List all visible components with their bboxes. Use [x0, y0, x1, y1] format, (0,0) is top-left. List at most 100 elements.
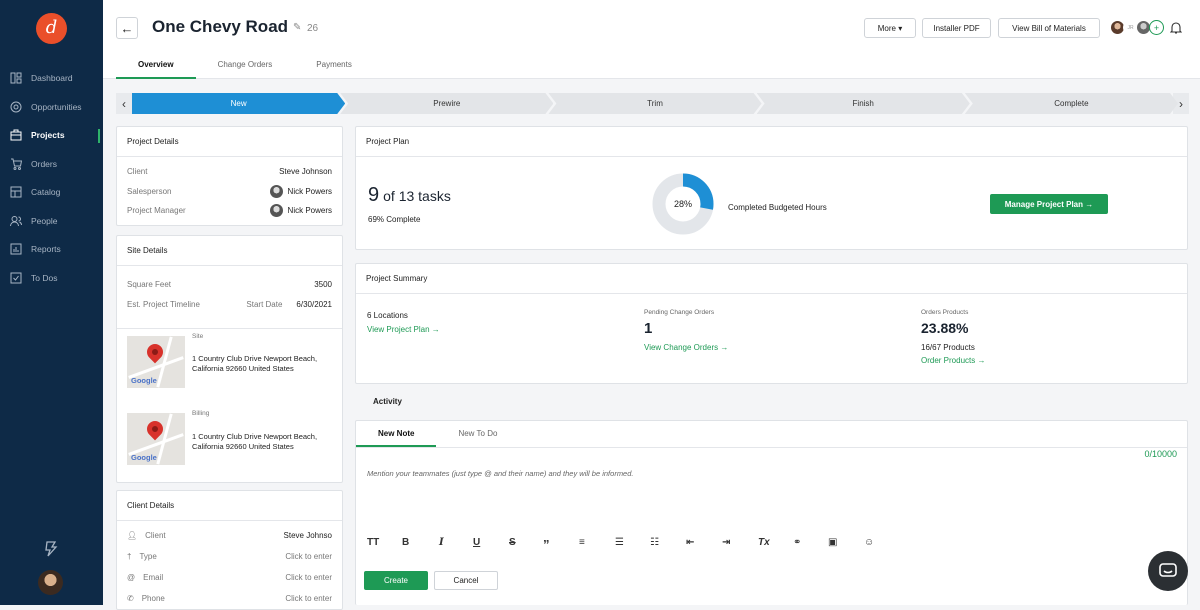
sidebar-item-people[interactable]: People: [0, 207, 103, 236]
pm-label: Project Manager: [127, 206, 186, 216]
stage-trim[interactable]: Trim: [548, 93, 761, 114]
site-label: Site: [192, 333, 204, 340]
site-map[interactable]: Google: [127, 336, 185, 388]
orders-label: Orders Products: [921, 309, 969, 316]
phone-value[interactable]: Click to enter: [285, 594, 332, 603]
client-value[interactable]: Steve Johnso: [284, 531, 332, 540]
tag-icon: †: [127, 552, 132, 561]
bill-of-materials-button[interactable]: View Bill of Materials: [998, 18, 1100, 38]
text-size-icon[interactable]: TT: [367, 537, 379, 548]
view-project-plan-link[interactable]: View Project Plan →: [367, 325, 440, 334]
back-button[interactable]: ←: [116, 17, 138, 39]
detail-row: Est. Project Timeline Start Date 6/30/2021: [117, 295, 342, 315]
stage-complete[interactable]: Complete: [965, 93, 1178, 114]
sidebar-item-label: Opportunities: [31, 101, 82, 112]
tab-payments[interactable]: Payments: [294, 60, 374, 79]
team-avatars[interactable]: JR +: [1110, 20, 1182, 35]
page-tabs: Overview Change Orders Payments: [116, 60, 374, 79]
bold-icon[interactable]: B: [402, 537, 409, 548]
pencil-icon[interactable]: ✎: [293, 22, 301, 33]
align-left-icon[interactable]: ≡: [579, 537, 585, 548]
view-change-orders-link[interactable]: View Change Orders →: [644, 343, 728, 352]
google-logo: Google: [131, 453, 157, 462]
client-value[interactable]: Steve Johnson: [279, 167, 332, 176]
tasks-done: 9: [368, 184, 380, 206]
tab-new-note[interactable]: New Note: [356, 420, 437, 447]
numbered-list-icon[interactable]: ☷: [650, 537, 659, 548]
stage-finish[interactable]: Finish: [757, 93, 970, 114]
billing-map[interactable]: Google: [127, 413, 185, 465]
site-details-card: Site Details Square Feet 3500 Est. Projec…: [116, 235, 343, 483]
chevron-left-icon[interactable]: ‹: [116, 93, 132, 114]
italic-icon[interactable]: I: [439, 537, 444, 548]
billing-address: 1 Country Club Drive Newport Beach, Cali…: [192, 432, 318, 451]
installer-pdf-button[interactable]: Installer PDF: [922, 18, 991, 38]
sidebar-item-label: Dashboard: [31, 73, 73, 84]
target-icon: [9, 100, 22, 113]
sidebar-item-catalog[interactable]: Catalog: [0, 178, 103, 207]
bell-icon[interactable]: [1170, 21, 1182, 34]
topbar: ← One Chevy Road ✎ 26 More ▾ Installer P…: [103, 0, 1200, 79]
manage-project-plan-button[interactable]: Manage Project Plan →: [990, 194, 1108, 214]
more-button[interactable]: More ▾: [864, 18, 916, 38]
tab-change-orders[interactable]: Change Orders: [196, 60, 295, 79]
link-icon[interactable]: ⚭: [793, 537, 801, 548]
client-label: Client: [127, 167, 148, 177]
google-logo: Google: [131, 376, 157, 385]
note-input[interactable]: Mention your teammates (just type @ and …: [367, 469, 634, 478]
donut-label: 28%: [673, 199, 692, 209]
quote-icon[interactable]: ”: [543, 537, 550, 552]
sidebar-item-dashboard[interactable]: Dashboard: [0, 64, 103, 93]
type-value[interactable]: Click to enter: [285, 552, 332, 561]
outdent-icon[interactable]: ⇤: [686, 537, 694, 548]
salesperson-value[interactable]: Nick Powers: [269, 184, 332, 198]
project-summary-card: Project Summary 6 Locations View Project…: [355, 263, 1188, 384]
underline-icon[interactable]: U: [473, 537, 480, 548]
order-products-link[interactable]: Order Products →: [921, 356, 985, 365]
create-button[interactable]: Create: [364, 571, 428, 590]
sidebar-item-label: Projects: [31, 130, 65, 141]
sidebar-item-projects[interactable]: Projects: [0, 121, 103, 150]
character-counter: 0/10000: [1144, 449, 1177, 459]
stage-new[interactable]: New: [132, 93, 345, 114]
locations-count: 6 Locations: [367, 311, 408, 320]
strikethrough-icon[interactable]: S: [509, 537, 516, 548]
detail-row: Square Feet 3500: [117, 275, 342, 295]
stage-prewire[interactable]: Prewire: [340, 93, 553, 114]
sidebar-item-todos[interactable]: To Dos: [0, 264, 103, 293]
sqft-value[interactable]: 3500: [314, 280, 332, 289]
image-icon[interactable]: ▣: [828, 537, 837, 548]
sidebar-nav: Dashboard Opportunities Projects Orders …: [0, 64, 103, 292]
sidebar-item-opportunities[interactable]: Opportunities: [0, 93, 103, 122]
orders-percent: 23.88%: [921, 320, 969, 336]
cancel-button[interactable]: Cancel: [434, 571, 498, 590]
start-date[interactable]: Start Date 6/30/2021: [246, 300, 332, 309]
stage-progress: ‹ New Prewire Trim Finish Complete ›: [116, 93, 1190, 114]
site-address: 1 Country Club Drive Newport Beach, Cali…: [192, 354, 318, 373]
detail-row: † Type Click to enter: [117, 546, 342, 567]
sidebar: d Dashboard Opportunities Projects Order…: [0, 0, 103, 605]
sidebar-item-orders[interactable]: Orders: [0, 150, 103, 179]
bolt-icon[interactable]: [44, 541, 58, 557]
project-details-card: Project Details Client Steve Johnson Sale…: [116, 126, 343, 226]
pm-value[interactable]: Nick Powers: [269, 204, 332, 218]
chat-button[interactable]: [1148, 551, 1188, 591]
clear-format-icon[interactable]: Tx: [758, 537, 770, 548]
activity-title: Activity: [373, 397, 402, 406]
client-label: 👤︎ Client: [127, 531, 166, 540]
email-label: @ Email: [127, 573, 163, 582]
cart-icon: [9, 157, 22, 170]
salesperson-name: Nick Powers: [287, 186, 332, 196]
bullet-list-icon[interactable]: ☰: [615, 537, 624, 548]
tab-new-todo[interactable]: New To Do: [436, 420, 519, 447]
emoji-icon[interactable]: ☺: [864, 537, 874, 548]
sidebar-item-reports[interactable]: Reports: [0, 235, 103, 264]
caret-down-icon: ▾: [898, 23, 903, 33]
add-member-icon[interactable]: +: [1149, 20, 1164, 35]
tab-overview[interactable]: Overview: [116, 60, 196, 79]
user-avatar[interactable]: [38, 570, 63, 595]
app-logo[interactable]: d: [36, 13, 67, 44]
at-icon: @: [127, 573, 136, 582]
indent-icon[interactable]: ⇥: [722, 537, 730, 548]
email-value[interactable]: Click to enter: [285, 573, 332, 582]
